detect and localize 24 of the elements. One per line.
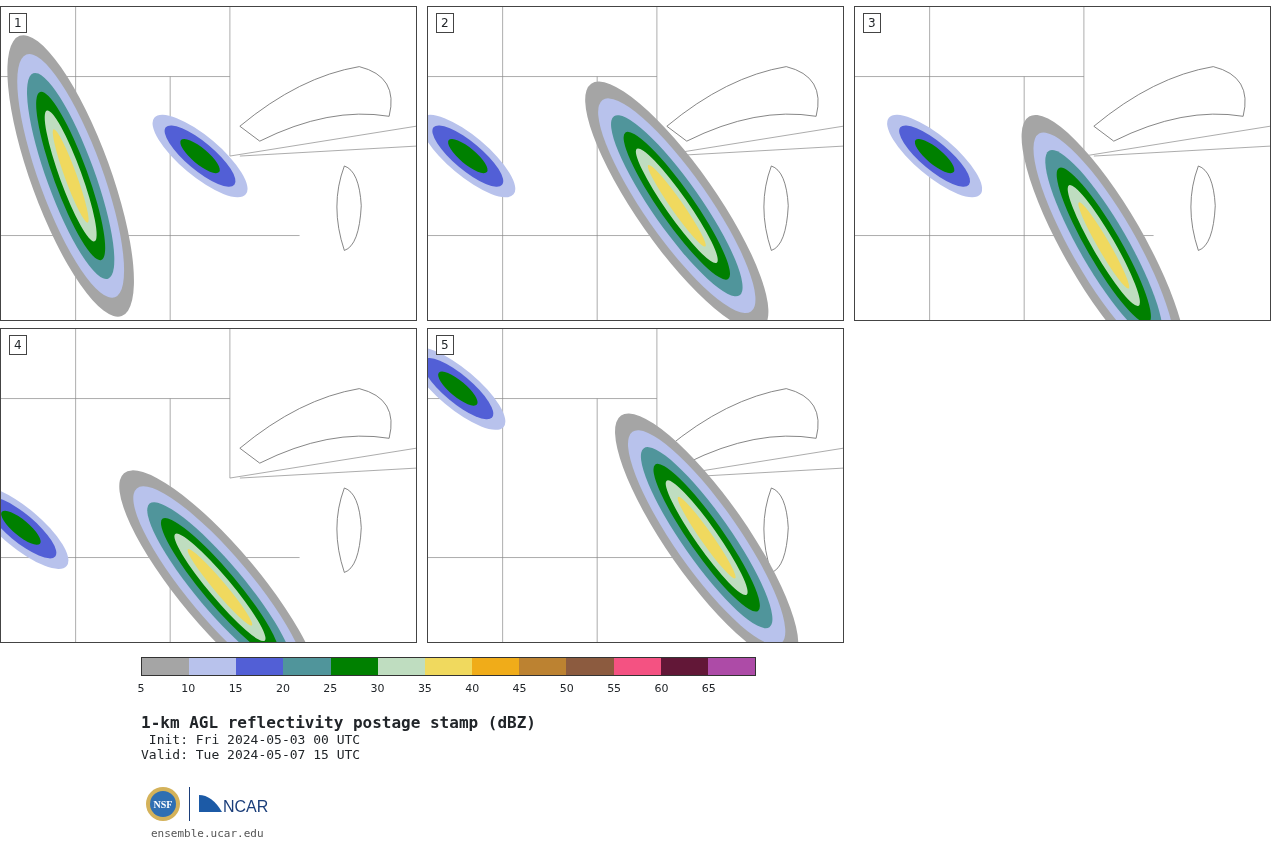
chart-title: 1-km AGL reflectivity postage stamp (dBZ): [141, 713, 537, 732]
tick-label: 10: [181, 682, 196, 695]
ncar-logo: NCAR: [198, 793, 272, 815]
tick-label: 35: [417, 682, 432, 695]
tick-label: 55: [607, 682, 622, 695]
panel-number: 5: [436, 335, 454, 355]
init-time: Init: Fri 2024-05-03 00 UTC: [147, 732, 362, 747]
tick-label: 50: [559, 682, 574, 695]
tick-label: 5: [137, 682, 145, 695]
valid-time: Valid: Tue 2024-05-07 15 UTC: [141, 747, 362, 762]
tick-label: 15: [228, 682, 243, 695]
tick-label: 25: [323, 682, 338, 695]
tick-label: 40: [465, 682, 480, 695]
tick-label: 30: [370, 682, 385, 695]
panel-number: 4: [9, 335, 27, 355]
panel-number: 2: [436, 13, 454, 33]
tick-label: 45: [512, 682, 527, 695]
tick-label: 65: [701, 682, 716, 695]
panel-number: 1: [9, 13, 27, 33]
tick-label: 60: [654, 682, 669, 695]
nsf-logo: NSF: [145, 786, 181, 822]
tick-label: 20: [275, 682, 290, 695]
site-url: ensemble.ucar.edu: [151, 826, 265, 842]
panel-number: 3: [863, 13, 881, 33]
